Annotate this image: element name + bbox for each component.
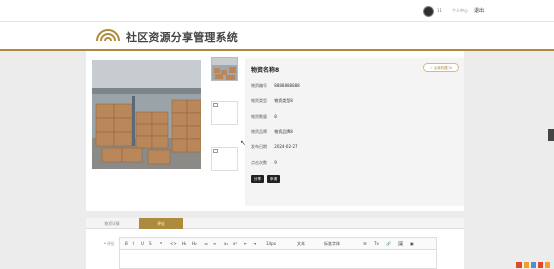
indent-button[interactable]: ⇥ (253, 241, 256, 246)
image-button[interactable]: 🖼 (398, 241, 403, 246)
strike-button[interactable]: S (149, 241, 152, 246)
thumbnail-1[interactable] (211, 57, 238, 81)
outdent-button[interactable]: ⇤ (244, 241, 247, 246)
field-row: 发布日期 2024-02-27 (251, 144, 298, 150)
tab-detail[interactable]: 物资详情 (86, 218, 138, 229)
favorite-button[interactable]: ☆ 点我收藏(0) (423, 63, 459, 72)
broken-image-icon (213, 103, 218, 107)
field-row: 点击次数 9 (251, 160, 277, 166)
comment-label: * 评论 (104, 241, 115, 247)
superscript-button[interactable]: x² (233, 241, 237, 246)
resource-photo (92, 60, 201, 169)
clear-format-button[interactable]: Tx (374, 241, 379, 246)
heading1-button[interactable]: H₁ (182, 241, 187, 246)
field-label: 物资品牌 (251, 129, 267, 134)
field-label: 物资数量 (251, 114, 267, 119)
logout-link[interactable]: 退出 (474, 7, 484, 14)
field-row: 物资品牌 物资品牌8 (251, 129, 293, 135)
field-value: 物资类型8 (274, 98, 293, 103)
bullet-list-button[interactable]: ≡ (213, 241, 216, 246)
field-label: 发布日期 (251, 144, 267, 149)
field-row: 物资数量 8 (251, 114, 277, 120)
link-button[interactable]: 🔗 (386, 241, 391, 246)
required-mark: * (104, 241, 106, 246)
resource-name: 物资名称8 (251, 67, 280, 74)
site-header: 社区资源分享管理系统 (0, 22, 554, 49)
field-value: 8 (274, 114, 277, 119)
field-label: 物资编号 (251, 83, 267, 88)
user-center-link[interactable]: 个人中心 (452, 8, 468, 14)
subscript-button[interactable]: x₂ (224, 241, 228, 246)
side-float-tab[interactable] (548, 129, 554, 141)
video-button[interactable]: ▣ (410, 241, 414, 246)
detail-tabs: 物资详情 评论 (86, 218, 464, 229)
quote-button[interactable]: ❝ (160, 241, 162, 246)
underline-button[interactable]: U (141, 241, 144, 246)
avatar[interactable] (423, 6, 434, 17)
top-bar: 11 个人中心 退出 (0, 0, 554, 22)
field-value: 物资品牌8 (274, 129, 293, 134)
comment-label-text: 评论 (107, 241, 115, 246)
code-button[interactable]: <> (170, 241, 177, 246)
font-size-select[interactable]: 14px (266, 241, 276, 246)
font-family-select[interactable]: 标准字体 (324, 241, 340, 247)
resource-info-panel: 物资名称8 ☆ 点我收藏(0) 物资编号 8888888888 物资类型 物资类… (245, 58, 464, 206)
system-tray-icons (516, 262, 550, 268)
comment-editor[interactable] (119, 250, 437, 269)
apply-button[interactable]: 申请 (267, 175, 280, 183)
site-title: 社区资源分享管理系统 (126, 31, 238, 44)
thumbnail-image (212, 58, 237, 80)
field-value: 9 (274, 160, 277, 165)
bold-button[interactable]: B (125, 241, 128, 246)
field-label: 物资类型 (251, 98, 267, 103)
thumbnail-2[interactable] (211, 101, 238, 125)
username: 11 (437, 8, 443, 13)
heading2-button[interactable]: H₂ (192, 241, 197, 246)
text-style-select[interactable]: 文本 (297, 241, 305, 247)
thumbnail-3[interactable] (211, 147, 238, 171)
field-row: 物资编号 8888888888 (251, 83, 300, 89)
ordered-list-button[interactable]: ≔ (204, 241, 208, 246)
logo-icon (96, 29, 120, 42)
field-value: 2024-02-27 (274, 144, 298, 149)
field-row: 物资类型 物资类型8 (251, 98, 293, 104)
italic-button[interactable]: I (133, 241, 134, 246)
editor-toolbar: B I U S ❝ <> H₁ H₂ ≔ ≡ x₂ x² ⇤ ⇥ 14px 文本… (119, 237, 437, 250)
tab-review[interactable]: 评论 (139, 218, 183, 229)
share-button[interactable]: 分享 (251, 175, 264, 183)
align-button[interactable]: ☰ (363, 241, 367, 246)
field-label: 点击次数 (251, 160, 267, 165)
broken-image-icon (213, 149, 218, 153)
field-value: 8888888888 (274, 83, 300, 88)
